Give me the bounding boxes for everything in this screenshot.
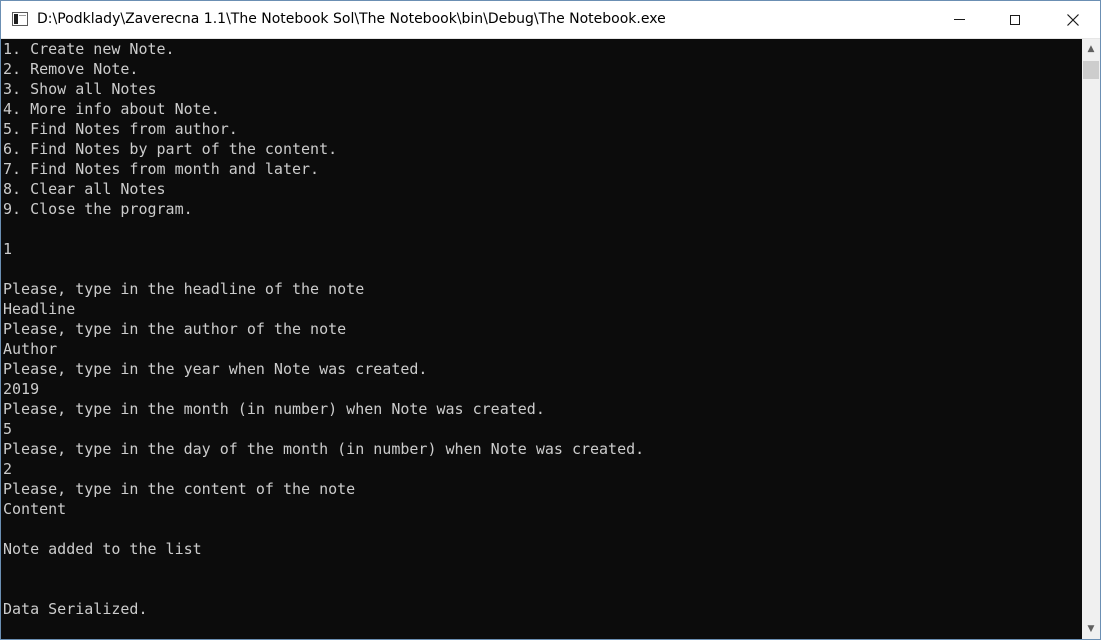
console-line: 5 [3,420,13,438]
console-line: Please, type in the year when Note was c… [3,360,428,378]
title-bar[interactable]: D:\Podklady\Zaverecna 1.1\The Notebook S… [1,1,1100,39]
console-line: Please, type in the month (in number) wh… [3,400,545,418]
console-line: 9. Close the program. [3,200,193,218]
maximize-button[interactable] [986,1,1044,38]
console-line: Please, type in the day of the month (in… [3,440,645,458]
console-line: Content [3,500,67,518]
console-line: 1. Create new Note. [3,40,175,58]
console-output[interactable]: 1. Create new Note. 2. Remove Note. 3. Sho… [1,39,1082,639]
console-app-icon[interactable] [12,12,28,26]
console-line: 4. More info about Note. [3,100,220,118]
vertical-scrollbar[interactable]: ▲ ▼ [1082,39,1100,639]
console-line: Author [3,340,58,358]
console-line: Please, type in the headline of the note [3,280,365,298]
scroll-down-arrow-icon[interactable]: ▼ [1082,619,1100,639]
console-line: Please, type in the content of the note [3,480,356,498]
scrollbar-thumb[interactable] [1083,61,1099,79]
console-line: 2019 [3,380,40,398]
console-line: 3. Show all Notes [3,80,157,98]
console-line: Headline [3,300,76,318]
minimize-icon [953,19,965,20]
minimize-button[interactable] [930,1,988,38]
scroll-up-arrow-icon[interactable]: ▲ [1082,39,1100,59]
console-line: 2 [3,460,13,478]
console-line: 6. Find Notes by part of the content. [3,140,338,158]
console-line: Data Serialized. [3,600,148,618]
console-line: 8. Clear all Notes [3,180,166,198]
maximize-icon [1010,14,1020,25]
console-line: 7. Find Notes from month and later. [3,160,320,178]
console-line: 2. Remove Note. [3,60,139,78]
console-window: D:\Podklady\Zaverecna 1.1\The Notebook S… [0,0,1101,640]
console-line: Please, type in the author of the note [3,320,347,338]
close-button[interactable] [1044,1,1100,38]
scrollbar-track[interactable] [1082,59,1100,619]
console-line: 1 [3,240,13,258]
console-line: Note added to the list [3,540,202,558]
window-title: D:\Podklady\Zaverecna 1.1\The Notebook S… [37,11,666,27]
console-line: 5. Find Notes from author. [3,120,238,138]
close-icon [1067,13,1079,26]
